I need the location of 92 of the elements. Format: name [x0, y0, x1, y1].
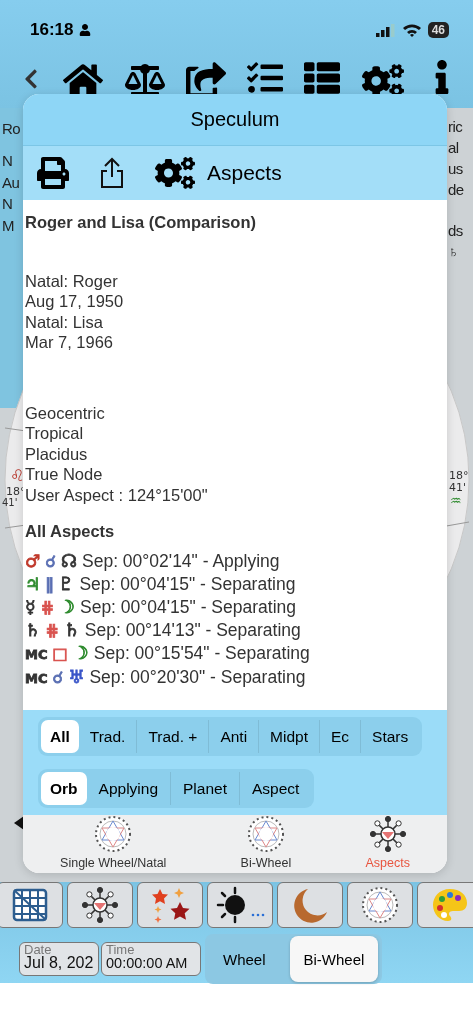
stars-button[interactable]: [137, 882, 203, 928]
background-text: ds: [448, 222, 463, 239]
grid-button[interactable]: [0, 882, 63, 928]
aspect-glyph: ⋕: [40, 596, 54, 619]
eclipse-button[interactable]: [207, 882, 273, 928]
print-icon[interactable]: [37, 157, 69, 189]
planet-glyph: ☿: [25, 595, 36, 618]
wheel-button[interactable]: [347, 882, 413, 928]
wheel-icon: [246, 815, 285, 853]
person-icon: [79, 24, 92, 36]
filter-segment[interactable]: Trad.: [78, 720, 137, 753]
section-title: All Aspects: [25, 521, 116, 542]
background-text: N: [2, 152, 13, 169]
background-text: us: [448, 160, 463, 177]
aspect-text: Sep: 00°14'13" - Separating: [84, 618, 301, 641]
palette-icon: [430, 886, 470, 924]
chart-info: Mar 7, 1966: [25, 332, 115, 353]
signal-icon: [375, 23, 396, 37]
palette-button[interactable]: [417, 882, 473, 928]
planet-glyph: ☽: [72, 641, 89, 664]
planet-glyph: ♃: [25, 572, 41, 595]
planet-glyph: ♄: [63, 618, 80, 641]
chart-info: Aug 17, 1950: [25, 291, 125, 312]
share-icon[interactable]: [99, 157, 125, 189]
sort-segment[interactable]: Applying: [86, 772, 171, 805]
setting-info: Geocentric: [25, 402, 106, 423]
date-field[interactable]: Date Jul 8, 202: [19, 942, 99, 976]
network-icon: [81, 886, 119, 924]
toolbar-label: Aspects: [207, 161, 282, 185]
planet-glyph: MC: [25, 669, 48, 688]
filter-segment[interactable]: Midpt: [258, 720, 319, 753]
planet-glyph: MC: [25, 645, 48, 664]
aspect-glyph: ☌: [52, 666, 64, 689]
battery-level: 46: [427, 22, 449, 38]
status-time: 16:18: [30, 20, 74, 40]
aspect-text: Sep: 00°02'14" - Applying: [82, 549, 280, 572]
planet-glyph: ☽: [58, 595, 75, 618]
background-text: Au: [2, 174, 20, 191]
planet-glyph: ♅: [68, 665, 85, 688]
filter-segment[interactable]: Trad. +: [136, 720, 209, 753]
filter-segment[interactable]: Ec: [319, 720, 361, 753]
aspect-text: Sep: 00°15'54" - Separating: [93, 641, 310, 664]
aspect-text: Sep: 00°04'15" - Separating: [80, 595, 296, 618]
aspect-glyph: ⋕: [45, 619, 59, 642]
chart-info: Natal: Lisa: [25, 311, 104, 332]
view-tab[interactable]: Wheel: [209, 936, 280, 982]
sort-segment[interactable]: Aspect: [239, 772, 312, 805]
checklist-icon[interactable]: [247, 60, 284, 96]
network-icon: [368, 815, 407, 853]
background-text: al: [448, 139, 459, 156]
setting-info: Tropical: [25, 423, 85, 444]
grid-icon: [12, 888, 48, 922]
background-text: Ro: [2, 120, 21, 137]
background-text: de: [448, 181, 464, 198]
sheet-tab[interactable]: Single Wheel/Natal: [60, 815, 167, 870]
aspect-glyph: ∥: [45, 573, 54, 596]
planet-glyph: ☊: [61, 549, 77, 572]
aspect-glyph: □: [52, 642, 68, 665]
background-text: ♄: [448, 243, 459, 260]
minute-label: 41': [449, 482, 467, 493]
planet-glyph: ♂: [25, 549, 41, 572]
zodiac-glyph: ♌: [10, 468, 25, 484]
setting-info: True Node: [25, 464, 104, 485]
degree-label: 18°: [449, 470, 469, 481]
setting-info: User Aspect : 124°15'00": [25, 484, 209, 505]
report-title: Roger and Lisa (Comparison): [25, 212, 258, 233]
wheel-icon: [361, 886, 399, 924]
background-text: ric: [448, 118, 463, 135]
aspect-text: Sep: 00°04'15" - Separating: [79, 572, 296, 595]
minute-label: 41': [2, 498, 18, 508]
aspect-text: Sep: 00°20'30" - Separating: [89, 665, 306, 688]
setting-info: Placidus: [25, 443, 89, 464]
time-field[interactable]: Time 00:00:00 AM: [101, 942, 201, 976]
wheel-icon: [94, 815, 133, 853]
sheet-tab[interactable]: Bi-Wheel: [240, 815, 292, 870]
aspects-button[interactable]: [67, 882, 133, 928]
sort-segment[interactable]: Planet: [170, 772, 239, 805]
list-icon[interactable]: [304, 60, 341, 96]
filter-segment[interactable]: All: [41, 720, 79, 753]
view-tab[interactable]: Bi-Wheel: [289, 936, 379, 982]
filter-segment[interactable]: Anti: [208, 720, 259, 753]
aspect-glyph: ☌: [45, 550, 56, 573]
background-text: N: [2, 195, 13, 212]
planet-glyph: ♇: [58, 572, 75, 595]
sheet-title: Speculum: [23, 94, 447, 146]
background-text: M: [2, 217, 14, 234]
zodiac-glyph: ♒: [450, 494, 462, 507]
filter-segment[interactable]: Stars: [360, 720, 420, 753]
planet-glyph: ♄: [25, 618, 41, 641]
sort-segment[interactable]: Orb: [41, 772, 87, 805]
wifi-icon: [401, 23, 422, 37]
chart-info: Natal: Roger: [25, 270, 119, 291]
